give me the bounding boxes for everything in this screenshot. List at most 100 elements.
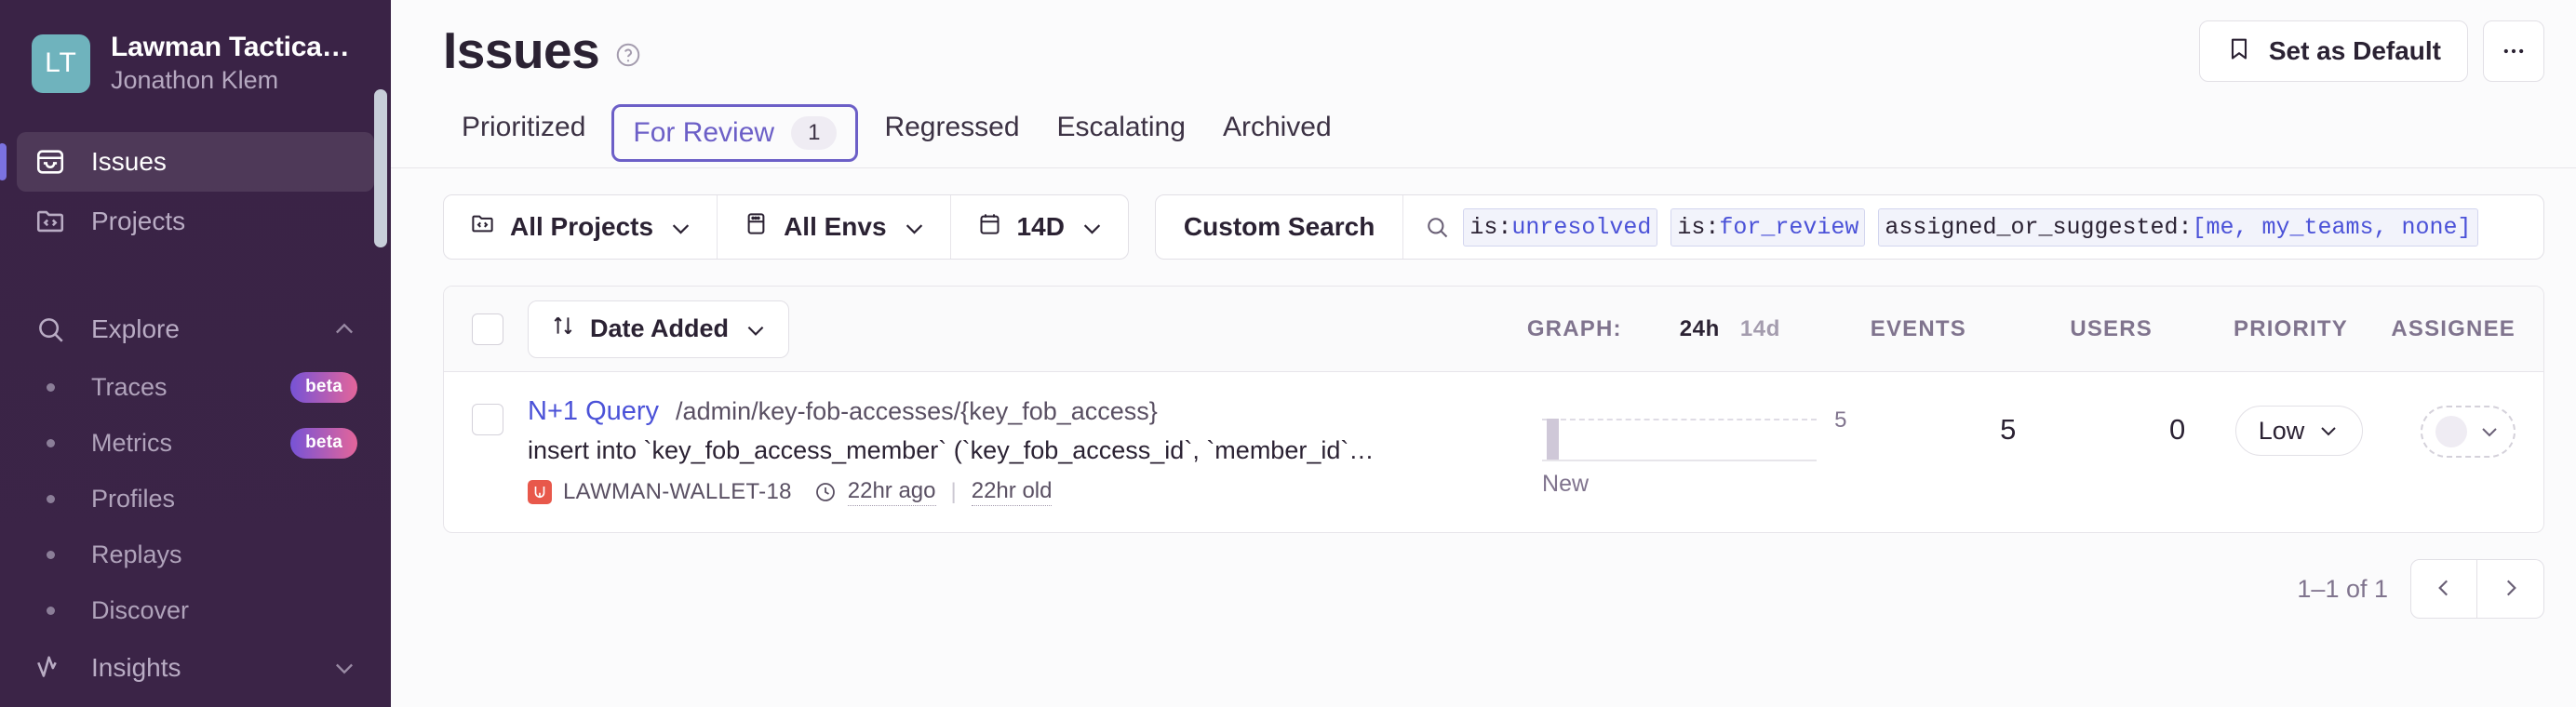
chevron-down-icon <box>902 216 924 238</box>
issue-sparkline[interactable]: 5 New <box>1542 396 1846 498</box>
issue-meta: LAWMAN-WALLET-18 22hr ago | 22hr old <box>528 478 1542 506</box>
filter-bar: All Projects All Envs 14D Custom Search … <box>391 168 2576 260</box>
priority-column-header: PRIORITY <box>2234 315 2348 341</box>
set-as-default-button[interactable]: Set as Default <box>2198 20 2468 82</box>
issue-events-count[interactable]: 5 <box>1846 396 2016 447</box>
sidebar-item-metrics-label: Metrics <box>91 428 172 457</box>
issue-tabs: Prioritized For Review 1 Regressed Escal… <box>391 82 2576 167</box>
beta-badge: beta <box>290 427 357 459</box>
search-token-is-for-review[interactable]: is:for_review <box>1670 207 1866 247</box>
pagination-range: 1–1 of 1 <box>2297 574 2388 603</box>
pagination: 1–1 of 1 <box>391 533 2576 619</box>
sidebar-item-insights[interactable]: Insights <box>17 638 374 698</box>
sidebar: LT Lawman Tactica… Jonathon Klem Issues <box>0 0 391 707</box>
sidebar-item-issues[interactable]: Issues <box>0 132 374 192</box>
project-badge-icon <box>528 480 552 504</box>
org-switcher[interactable]: LT Lawman Tactica… Jonathon Klem <box>0 0 391 95</box>
sidebar-item-replays-label: Replays <box>91 540 182 568</box>
insights-icon <box>34 651 67 685</box>
more-actions-button[interactable] <box>2483 20 2544 82</box>
pagination-next-button[interactable] <box>2477 559 2544 619</box>
priority-dropdown[interactable]: Low <box>2234 406 2364 456</box>
saved-search-label[interactable]: Custom Search <box>1156 195 1404 259</box>
sidebar-item-replays[interactable]: Replays <box>17 527 374 582</box>
sidebar-item-metrics[interactable]: Metrics beta <box>17 415 374 471</box>
server-icon <box>744 211 769 243</box>
tab-escalating[interactable]: Escalating <box>1039 99 1204 167</box>
chevron-down-icon <box>2317 420 2340 442</box>
project-filter[interactable]: All Projects <box>444 195 717 259</box>
search-bar[interactable]: Custom Search is:unresolved is:for_revie… <box>1154 194 2544 260</box>
search-icon <box>34 313 67 346</box>
chevron-down-icon <box>668 216 691 238</box>
page-title: Issues <box>443 21 600 79</box>
bullet-icon <box>34 606 67 615</box>
graph-period-14d[interactable]: 14d <box>1740 316 1780 342</box>
issues-dashboard: LT Lawman Tactica… Jonathon Klem Issues <box>0 0 2576 707</box>
sidebar-item-issues-label: Issues <box>91 147 167 176</box>
issue-summary: N+1 Query /admin/key-fob-accesses/{key_f… <box>528 396 1542 506</box>
calendar-icon <box>977 211 1002 243</box>
sidebar-item-traces[interactable]: Traces beta <box>17 359 374 415</box>
graph-period-24h[interactable]: 24h <box>1680 316 1720 342</box>
date-range-filter-label: 14D <box>1016 212 1065 241</box>
issue-title-link[interactable]: N+1 Query <box>528 396 659 427</box>
select-all-checkbox[interactable] <box>472 313 503 345</box>
sort-dropdown[interactable]: Date Added <box>528 300 790 358</box>
sparkline-bar <box>1547 419 1560 460</box>
chevron-right-icon <box>2499 576 2523 603</box>
tab-prioritized[interactable]: Prioritized <box>443 99 604 167</box>
sidebar-item-insights-label: Insights <box>91 653 181 682</box>
events-column-header: EVENTS <box>1870 315 1966 341</box>
chevron-down-icon <box>1080 216 1102 238</box>
issue-culprit: insert into `key_fob_access_member` (`ke… <box>528 436 1375 464</box>
bullet-icon <box>34 438 67 447</box>
sidebar-item-explore[interactable]: Explore <box>17 300 374 359</box>
chevron-down-icon <box>744 318 766 340</box>
search-token-assigned-or-suggested[interactable]: assigned_or_suggested:[me, my_teams, non… <box>1878 207 2478 247</box>
sidebar-item-projects[interactable]: Projects <box>17 192 374 251</box>
priority-value: Low <box>2258 416 2305 445</box>
user-name: Jonathon Klem <box>111 66 279 94</box>
sidebar-scrollbar[interactable] <box>374 89 387 247</box>
issues-table: Date Added GRAPH: 24h 14d EVENTS USERS P… <box>443 286 2544 533</box>
environment-filter[interactable]: All Envs <box>717 195 949 259</box>
assignee-column-header: ASSIGNEE <box>2391 315 2516 341</box>
bullet-icon <box>34 382 67 392</box>
environment-filter-label: All Envs <box>784 212 887 241</box>
tab-archived[interactable]: Archived <box>1204 99 1350 167</box>
sidebar-item-discover[interactable]: Discover <box>17 582 374 638</box>
sparkline-axis <box>1542 460 1818 461</box>
users-column-header: USERS <box>2070 315 2153 341</box>
issue-users-count[interactable]: 0 <box>2016 396 2185 447</box>
bullet-icon <box>34 550 67 559</box>
set-as-default-label: Set as Default <box>2268 36 2441 65</box>
sidebar-item-profiles[interactable]: Profiles <box>17 471 374 527</box>
project-filter-label: All Projects <box>510 212 654 241</box>
search-input[interactable]: is:unresolved is:for_review assigned_or_… <box>1403 207 2543 247</box>
row-checkbox[interactable] <box>472 404 503 435</box>
assignee-dropdown[interactable] <box>2421 406 2516 458</box>
sidebar-item-projects-label: Projects <box>91 207 186 235</box>
search-token-is-unresolved[interactable]: is:unresolved <box>1463 207 1658 247</box>
chevron-up-icon <box>331 316 357 342</box>
org-avatar: LT <box>32 33 90 93</box>
tab-regressed[interactable]: Regressed <box>865 99 1038 167</box>
issue-assignee-cell <box>2363 396 2516 458</box>
date-range-filter[interactable]: 14D <box>949 195 1128 259</box>
clock-icon <box>814 481 837 503</box>
graph-column-header: GRAPH: 24h 14d <box>1527 316 1780 342</box>
sidebar-item-traces-label: Traces <box>91 372 168 401</box>
chevron-down-icon <box>331 655 357 681</box>
pagination-prev-button[interactable] <box>2410 559 2477 619</box>
question-circle-icon[interactable] <box>614 41 642 69</box>
projects-icon <box>470 211 495 243</box>
search-icon <box>1428 218 1448 238</box>
table-row[interactable]: N+1 Query /admin/key-fob-accesses/{key_f… <box>444 372 2543 532</box>
issue-age: 22hr old <box>971 478 1053 506</box>
chevron-left-icon <box>2432 576 2456 603</box>
tab-for-review-count: 1 <box>791 116 838 150</box>
issues-table-header: Date Added GRAPH: 24h 14d EVENTS USERS P… <box>444 287 2543 372</box>
tab-for-review[interactable]: For Review 1 <box>611 104 859 162</box>
sort-icon <box>551 313 575 344</box>
